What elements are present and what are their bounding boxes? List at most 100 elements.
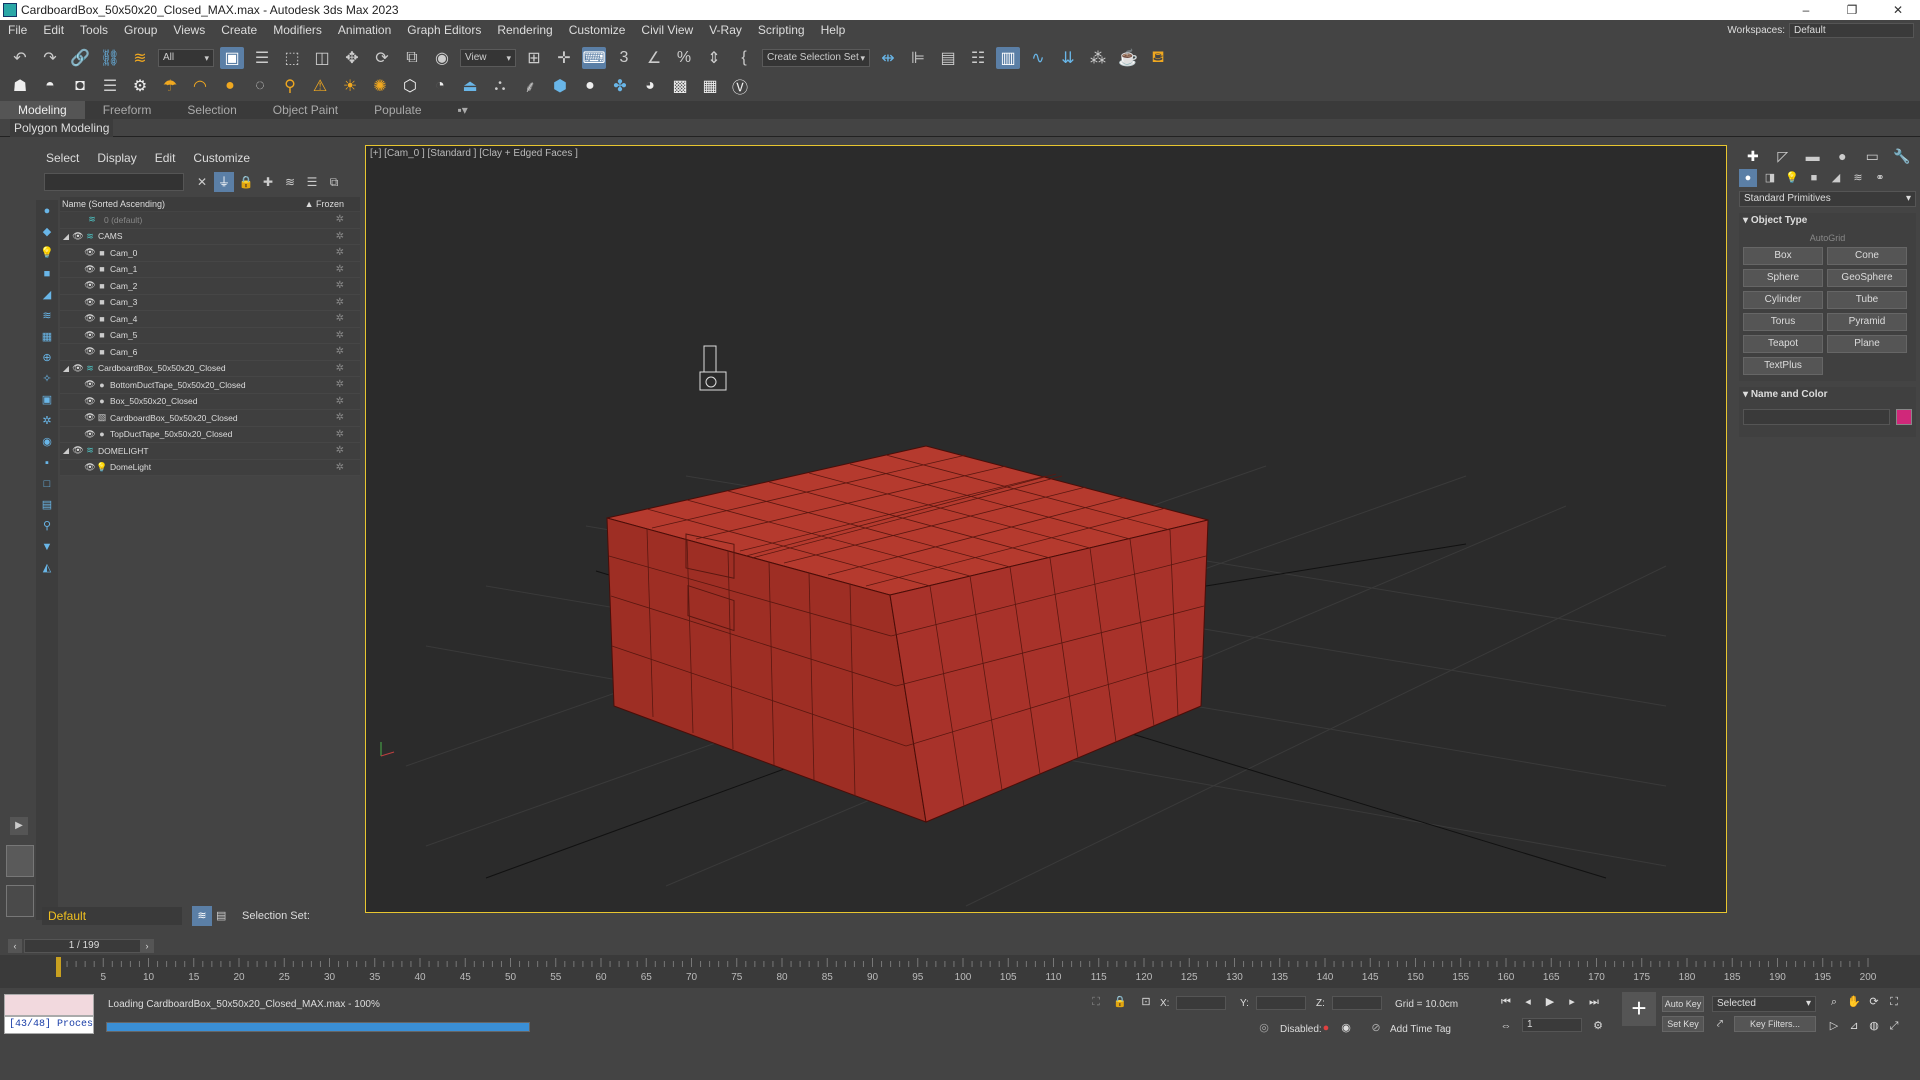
box-button[interactable]: Box [1743, 247, 1823, 265]
vray-sky-icon[interactable]: ✺ [368, 75, 392, 97]
maxscript-listener-output[interactable]: [43/48] Proces [4, 1016, 94, 1034]
tab-object-paint[interactable]: Object Paint [255, 101, 356, 119]
time-tag-icon[interactable]: ◉ [1338, 1020, 1354, 1036]
vray-mesh-light-icon[interactable]: ◌ [248, 75, 272, 97]
track-bar[interactable]: 5 10 15 20 25 30 35 40 45 50 55 60 65 70 75 80 85 90 95 100… [0, 955, 1920, 988]
move-icon[interactable]: ✥ [340, 47, 364, 69]
menu-graph-editors[interactable]: Graph Editors [399, 23, 489, 37]
tree-row[interactable]: 👁 ■ Cam_0 ✲ [60, 245, 360, 262]
filter-bones-icon[interactable]: ✧ [40, 372, 54, 386]
restore-button[interactable]: ❐ [1832, 0, 1872, 20]
toggle-layer-explorer-icon[interactable]: ☷ [966, 47, 990, 69]
vray-dome-light-icon[interactable]: ◠ [188, 75, 212, 97]
curve-editor-icon[interactable]: ∿ [1026, 47, 1050, 69]
systems-icon[interactable]: ⚭ [1871, 169, 1889, 187]
frozen-icon[interactable]: ✲ [336, 278, 344, 294]
menu-group[interactable]: Group [116, 23, 165, 37]
vray-light-icon[interactable]: ☂ [158, 75, 182, 97]
menu-file[interactable]: File [0, 23, 35, 37]
set-key-button[interactable]: Set Key [1662, 1016, 1704, 1032]
utilities-tab-icon[interactable]: 🔧 [1890, 148, 1914, 165]
frozen-icon[interactable]: ✲ [336, 427, 344, 443]
key-mode-dropdown[interactable]: Selected [1712, 996, 1816, 1012]
new-layer-icon[interactable]: ✚ [258, 172, 278, 192]
display-tab-icon[interactable]: ▭ [1860, 148, 1884, 165]
vray-render-icon[interactable]: ☗ [8, 75, 32, 97]
tree-row[interactable]: ◢ 👁 ≋ DOMELIGHT ✲ [60, 443, 360, 460]
toggle-scene-explorer-icon[interactable]: ▤ [936, 47, 960, 69]
object-color-swatch[interactable] [1896, 409, 1912, 425]
viewport[interactable]: [+] [Cam_0 ] [Standard ] [Clay + Edged F… [365, 145, 1727, 913]
auto-key-button[interactable]: Auto Key [1662, 996, 1704, 1012]
shapes-icon[interactable]: ◨ [1761, 169, 1779, 187]
eye-icon[interactable]: 👁 [84, 346, 96, 357]
add-time-tag-icon[interactable]: ⊘ [1368, 1020, 1384, 1036]
ref-coord-dropdown[interactable]: View [460, 49, 516, 67]
menu-rendering[interactable]: Rendering [489, 23, 560, 37]
select-object-icon[interactable]: ▣ [220, 47, 244, 69]
eye-icon[interactable]: 👁 [84, 429, 96, 440]
eye-icon[interactable]: 👁 [84, 462, 96, 473]
collapse-icon[interactable]: ◢ [60, 446, 72, 455]
object-type-header[interactable]: ▾ Object Type [1739, 213, 1916, 229]
zoom-extents-icon[interactable]: ⛶ [1886, 994, 1902, 1010]
selection-set-icon[interactable]: ▤ [216, 909, 230, 923]
key-mode-icon[interactable]: ⇔ [1498, 1018, 1514, 1034]
pyramid-button[interactable]: Pyramid [1827, 313, 1907, 331]
vray-material-icon[interactable]: ● [578, 75, 602, 97]
vray-camera-icon[interactable]: ◘ [68, 75, 92, 97]
rotate-icon[interactable]: ⟳ [370, 47, 394, 69]
filter-shapes-icon[interactable]: ◆ [40, 225, 54, 239]
collapse-icon[interactable]: ◢ [60, 364, 72, 373]
hierarchy-tab-icon[interactable]: ▬ [1801, 148, 1825, 164]
vray-toon-icon[interactable]: ◕ [638, 75, 662, 97]
helpers-icon[interactable]: ◢ [1827, 169, 1845, 187]
eye-icon[interactable]: 👁 [84, 412, 96, 423]
geometry-icon[interactable]: ● [1739, 169, 1757, 187]
vray-lister-icon[interactable]: ▩ [668, 75, 692, 97]
eye-icon[interactable]: 👁 [84, 379, 96, 390]
tree-row[interactable]: 👁 ■ Cam_1 ✲ [60, 261, 360, 278]
angle-snap-icon[interactable]: ∠ [642, 47, 666, 69]
menu-civil-view[interactable]: Civil View [633, 23, 701, 37]
tree-row[interactable]: 👁 ● TopDuctTape_50x50x20_Closed ✲ [60, 426, 360, 443]
adaptive-degradation-icon[interactable]: ◎ [1256, 1020, 1272, 1036]
tree-row[interactable]: 👁 ■ Cam_5 ✲ [60, 327, 360, 344]
tree-row[interactable]: 👁 💡 DomeLight ✲ [60, 459, 360, 476]
render-frame-icon[interactable]: ⛾ [1146, 47, 1170, 69]
sync-icon[interactable]: ◭ [40, 561, 54, 575]
expand-arrow-icon[interactable]: ▶ [10, 817, 28, 835]
eye-icon[interactable]: 👁 [72, 363, 84, 374]
x-coord-input[interactable] [1176, 996, 1226, 1010]
pan-icon[interactable]: ✋ [1846, 994, 1862, 1010]
create-tab-icon[interactable]: ✚ [1741, 148, 1765, 165]
filter-geometry-icon[interactable]: ● [40, 204, 54, 218]
plane-button[interactable]: Plane [1827, 335, 1907, 353]
frozen-icon[interactable]: ✲ [336, 394, 344, 410]
menu-vray[interactable]: V-Ray [701, 23, 750, 37]
keyboard-shortcut-override-icon[interactable]: ⌨ [582, 47, 606, 69]
menu-edit[interactable]: Edit [35, 23, 72, 37]
frozen-icon[interactable]: ✲ [336, 229, 344, 245]
place-icon[interactable]: ◉ [430, 47, 454, 69]
frozen-icon[interactable]: ✲ [336, 443, 344, 459]
time-slider-next[interactable]: › [140, 939, 154, 953]
vray-decal-icon[interactable]: ⬢ [548, 75, 572, 97]
frozen-icon[interactable]: ✲ [336, 460, 344, 476]
workspaces-dropdown[interactable]: Default [1789, 22, 1914, 38]
frozen-icon[interactable]: ✲ [336, 361, 344, 377]
layer-stack-icon[interactable]: ⧉ [324, 172, 344, 192]
absolute-mode-icon[interactable]: ⊡ [1138, 994, 1154, 1010]
vray-sphere-light-icon[interactable]: ● [218, 75, 242, 97]
tab-modeling[interactable]: Modeling [0, 101, 85, 119]
scene-menu-select[interactable]: Select [46, 151, 79, 165]
next-frame-icon[interactable]: ▸ [1564, 994, 1580, 1010]
menu-create[interactable]: Create [213, 23, 265, 37]
undo-icon[interactable]: ↶ [8, 47, 32, 69]
app-icon[interactable] [3, 3, 17, 17]
vray-fur-icon[interactable]: ◔ [428, 75, 452, 97]
geosphere-button[interactable]: GeoSphere [1827, 269, 1907, 287]
orbit-icon[interactable]: ⟳ [1866, 994, 1882, 1010]
eye-icon[interactable]: 👁 [72, 231, 84, 242]
name-color-header[interactable]: ▾ Name and Color [1739, 387, 1916, 403]
